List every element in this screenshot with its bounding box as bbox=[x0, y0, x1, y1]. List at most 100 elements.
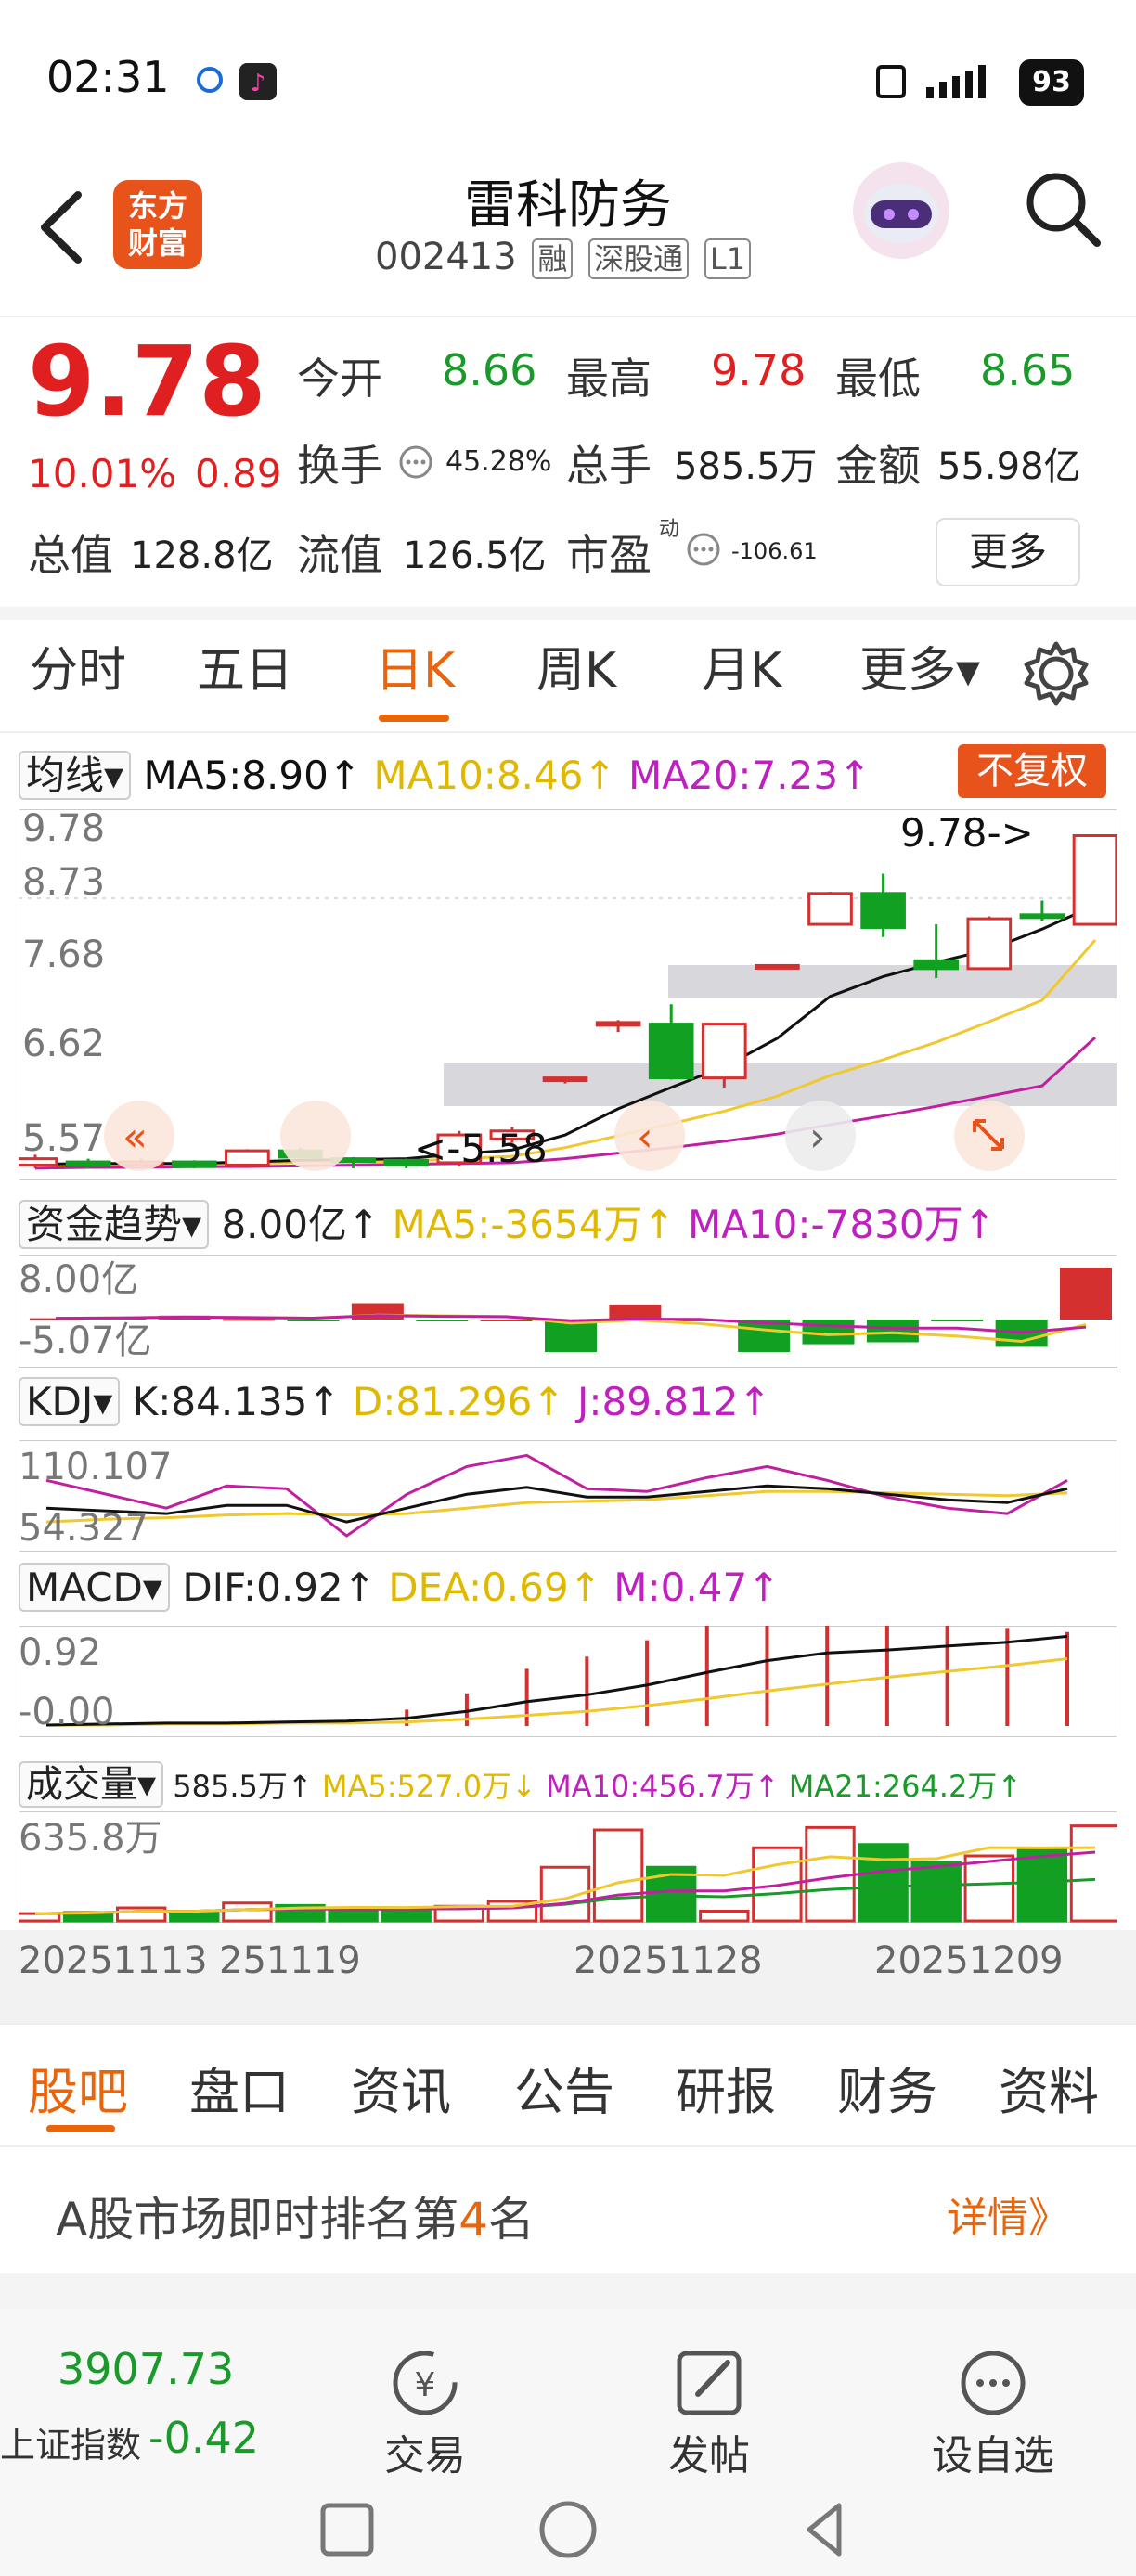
macd-axis-bottom: -0.00 bbox=[19, 1691, 115, 1733]
float-label: 流值 bbox=[297, 530, 382, 580]
capital-axis-bottom: -5.07亿 bbox=[19, 1320, 152, 1362]
kdj-j: J:89.812↑ bbox=[576, 1379, 771, 1424]
mktcap-value: 128.8亿 bbox=[130, 535, 274, 577]
vol-ma10: MA10:456.7万↑ bbox=[546, 1769, 780, 1804]
volume-selector[interactable]: 成交量▾ bbox=[19, 1761, 164, 1808]
macd-row: MACD▾ DIF:0.92↑ DEA:0.69↑ M:0.47↑ bbox=[19, 1563, 781, 1612]
tab-research[interactable]: 研报 bbox=[676, 2051, 776, 2124]
double-left-icon: « bbox=[123, 1114, 148, 1161]
low-label: 最低 bbox=[835, 354, 921, 404]
gear-icon[interactable] bbox=[1021, 638, 1091, 709]
tab-weekly-k[interactable]: 周K bbox=[536, 631, 616, 701]
kdj-d: D:81.296↑ bbox=[352, 1379, 565, 1424]
tab-financials[interactable]: 财务 bbox=[837, 2051, 937, 2124]
tab-forum[interactable]: 股吧 bbox=[28, 2051, 128, 2124]
watchlist-label[interactable]: 设自选 bbox=[900, 2422, 1086, 2481]
open-value: 8.66 bbox=[442, 345, 537, 395]
candle-body bbox=[701, 1023, 747, 1080]
more-circle-icon[interactable] bbox=[954, 2344, 1032, 2422]
kdj-row: KDJ▾ K:84.135↑ D:81.296↑ J:89.812↑ bbox=[19, 1377, 771, 1426]
tag-margin: 融 bbox=[532, 238, 574, 279]
vol-ma21: MA21:264.2万↑ bbox=[788, 1769, 1023, 1804]
tag-connect: 深股通 bbox=[588, 238, 690, 279]
market-rank: A股市场即时排名第4名 bbox=[56, 2183, 535, 2249]
tab-intraday[interactable]: 分时 bbox=[30, 631, 126, 701]
right-arrow-icon: › bbox=[809, 1114, 826, 1161]
capital-bar bbox=[609, 1304, 662, 1320]
search-icon[interactable] bbox=[1021, 167, 1104, 251]
tag-level: L1 bbox=[704, 238, 752, 279]
capital-bar bbox=[287, 1320, 340, 1321]
macd-m: M:0.47↑ bbox=[613, 1565, 781, 1610]
tab-profile[interactable]: 资料 bbox=[999, 2051, 1099, 2124]
kdj-frame bbox=[19, 1440, 1117, 1552]
macd-dif: DIF:0.92↑ bbox=[182, 1565, 376, 1610]
macd-selector[interactable]: MACD▾ bbox=[19, 1563, 170, 1612]
volume-bar bbox=[1069, 1824, 1117, 1923]
capital-value: 8.00亿↑ bbox=[221, 1202, 381, 1247]
kdj-k: K:84.135↑ bbox=[132, 1379, 341, 1424]
volume-bar bbox=[222, 1901, 273, 1923]
macd-axis-top: 0.92 bbox=[19, 1631, 101, 1674]
more-quote-button[interactable]: 更多 bbox=[936, 518, 1080, 586]
capital-axis-top: 8.00亿 bbox=[19, 1258, 138, 1301]
back-button[interactable] bbox=[807, 2503, 842, 2557]
ma5-label: MA5:8.90↑ bbox=[143, 753, 362, 798]
kdj-selector[interactable]: KDJ▾ bbox=[19, 1377, 121, 1426]
low-value: 8.65 bbox=[980, 345, 1076, 395]
index-value[interactable]: 3907.73 bbox=[58, 2344, 234, 2394]
notification-icons: ♪ bbox=[197, 63, 277, 100]
open-label: 今开 bbox=[297, 354, 382, 404]
candle-body bbox=[755, 963, 800, 970]
candle-body bbox=[913, 959, 960, 971]
capital-selector[interactable]: 资金趋势▾ bbox=[19, 1200, 210, 1249]
rank-prefix: A股市场即时排名第 bbox=[56, 2193, 459, 2247]
more-dots-icon[interactable] bbox=[397, 444, 434, 481]
post-label[interactable]: 发帖 bbox=[616, 2422, 802, 2481]
candle-body bbox=[65, 1160, 111, 1166]
volume-bar bbox=[328, 1908, 379, 1923]
tab-orderbook[interactable]: 盘口 bbox=[189, 2051, 290, 2124]
tab-daily-k[interactable]: 日K bbox=[375, 631, 455, 701]
stock-code: 002413 bbox=[375, 236, 517, 278]
active-tab-indicator bbox=[379, 715, 449, 722]
price-axis-bottom: 5.57 bbox=[22, 1117, 105, 1160]
gap-zone bbox=[444, 1063, 1117, 1106]
trade-icon[interactable]: ¥ bbox=[386, 2344, 464, 2422]
tab-news[interactable]: 资讯 bbox=[351, 2051, 451, 2124]
capital-bar bbox=[866, 1320, 919, 1343]
capital-ma5: MA5:-3654万↑ bbox=[392, 1202, 676, 1247]
rank-detail-link[interactable]: 详情》 bbox=[947, 2184, 1069, 2244]
change-pct: 10.01% bbox=[28, 451, 177, 496]
index-change[interactable]: -0.42 bbox=[148, 2413, 259, 2463]
vol-value: 585.5万↑ bbox=[173, 1769, 313, 1804]
candle-body bbox=[595, 1021, 641, 1027]
robot-avatar-icon[interactable] bbox=[850, 160, 952, 262]
index-name[interactable]: 上证指数 bbox=[0, 2416, 141, 2467]
volume-bar bbox=[858, 1843, 909, 1923]
tab-more[interactable]: 更多▾ bbox=[859, 631, 980, 701]
mktcap-label: 总值 bbox=[28, 530, 113, 580]
candle-body bbox=[171, 1160, 217, 1168]
post-icon[interactable] bbox=[670, 2344, 748, 2422]
tab-monthly-k[interactable]: 月K bbox=[702, 631, 781, 701]
tab-five-day[interactable]: 五日 bbox=[197, 631, 293, 701]
trade-label[interactable]: 交易 bbox=[332, 2422, 518, 2481]
low-marker: <-5.58 bbox=[414, 1126, 548, 1171]
tab-announcements[interactable]: 公告 bbox=[514, 2051, 614, 2124]
turnover-value: 45.28% bbox=[445, 445, 552, 478]
volume-axis-top: 635.8万 bbox=[19, 1817, 162, 1860]
price-axis-3: 7.68 bbox=[22, 934, 105, 976]
recents-button[interactable] bbox=[320, 2503, 374, 2557]
kline-chart[interactable]: 9.78 8.73 7.68 6.62 5.57 9.78-> <-5.58 «… bbox=[19, 809, 1117, 1180]
ma-selector[interactable]: 均线▾ bbox=[19, 751, 132, 800]
high-value: 9.78 bbox=[711, 345, 807, 395]
candle-body bbox=[542, 1076, 588, 1083]
high-marker: 9.78-> bbox=[900, 810, 1034, 856]
more-dots-icon[interactable] bbox=[685, 531, 722, 568]
adjust-button[interactable]: 不复权 bbox=[958, 744, 1106, 798]
capital-bar bbox=[931, 1320, 984, 1322]
home-button[interactable] bbox=[539, 2501, 597, 2558]
zoom-button[interactable] bbox=[280, 1101, 351, 1171]
candle-body bbox=[807, 892, 853, 926]
